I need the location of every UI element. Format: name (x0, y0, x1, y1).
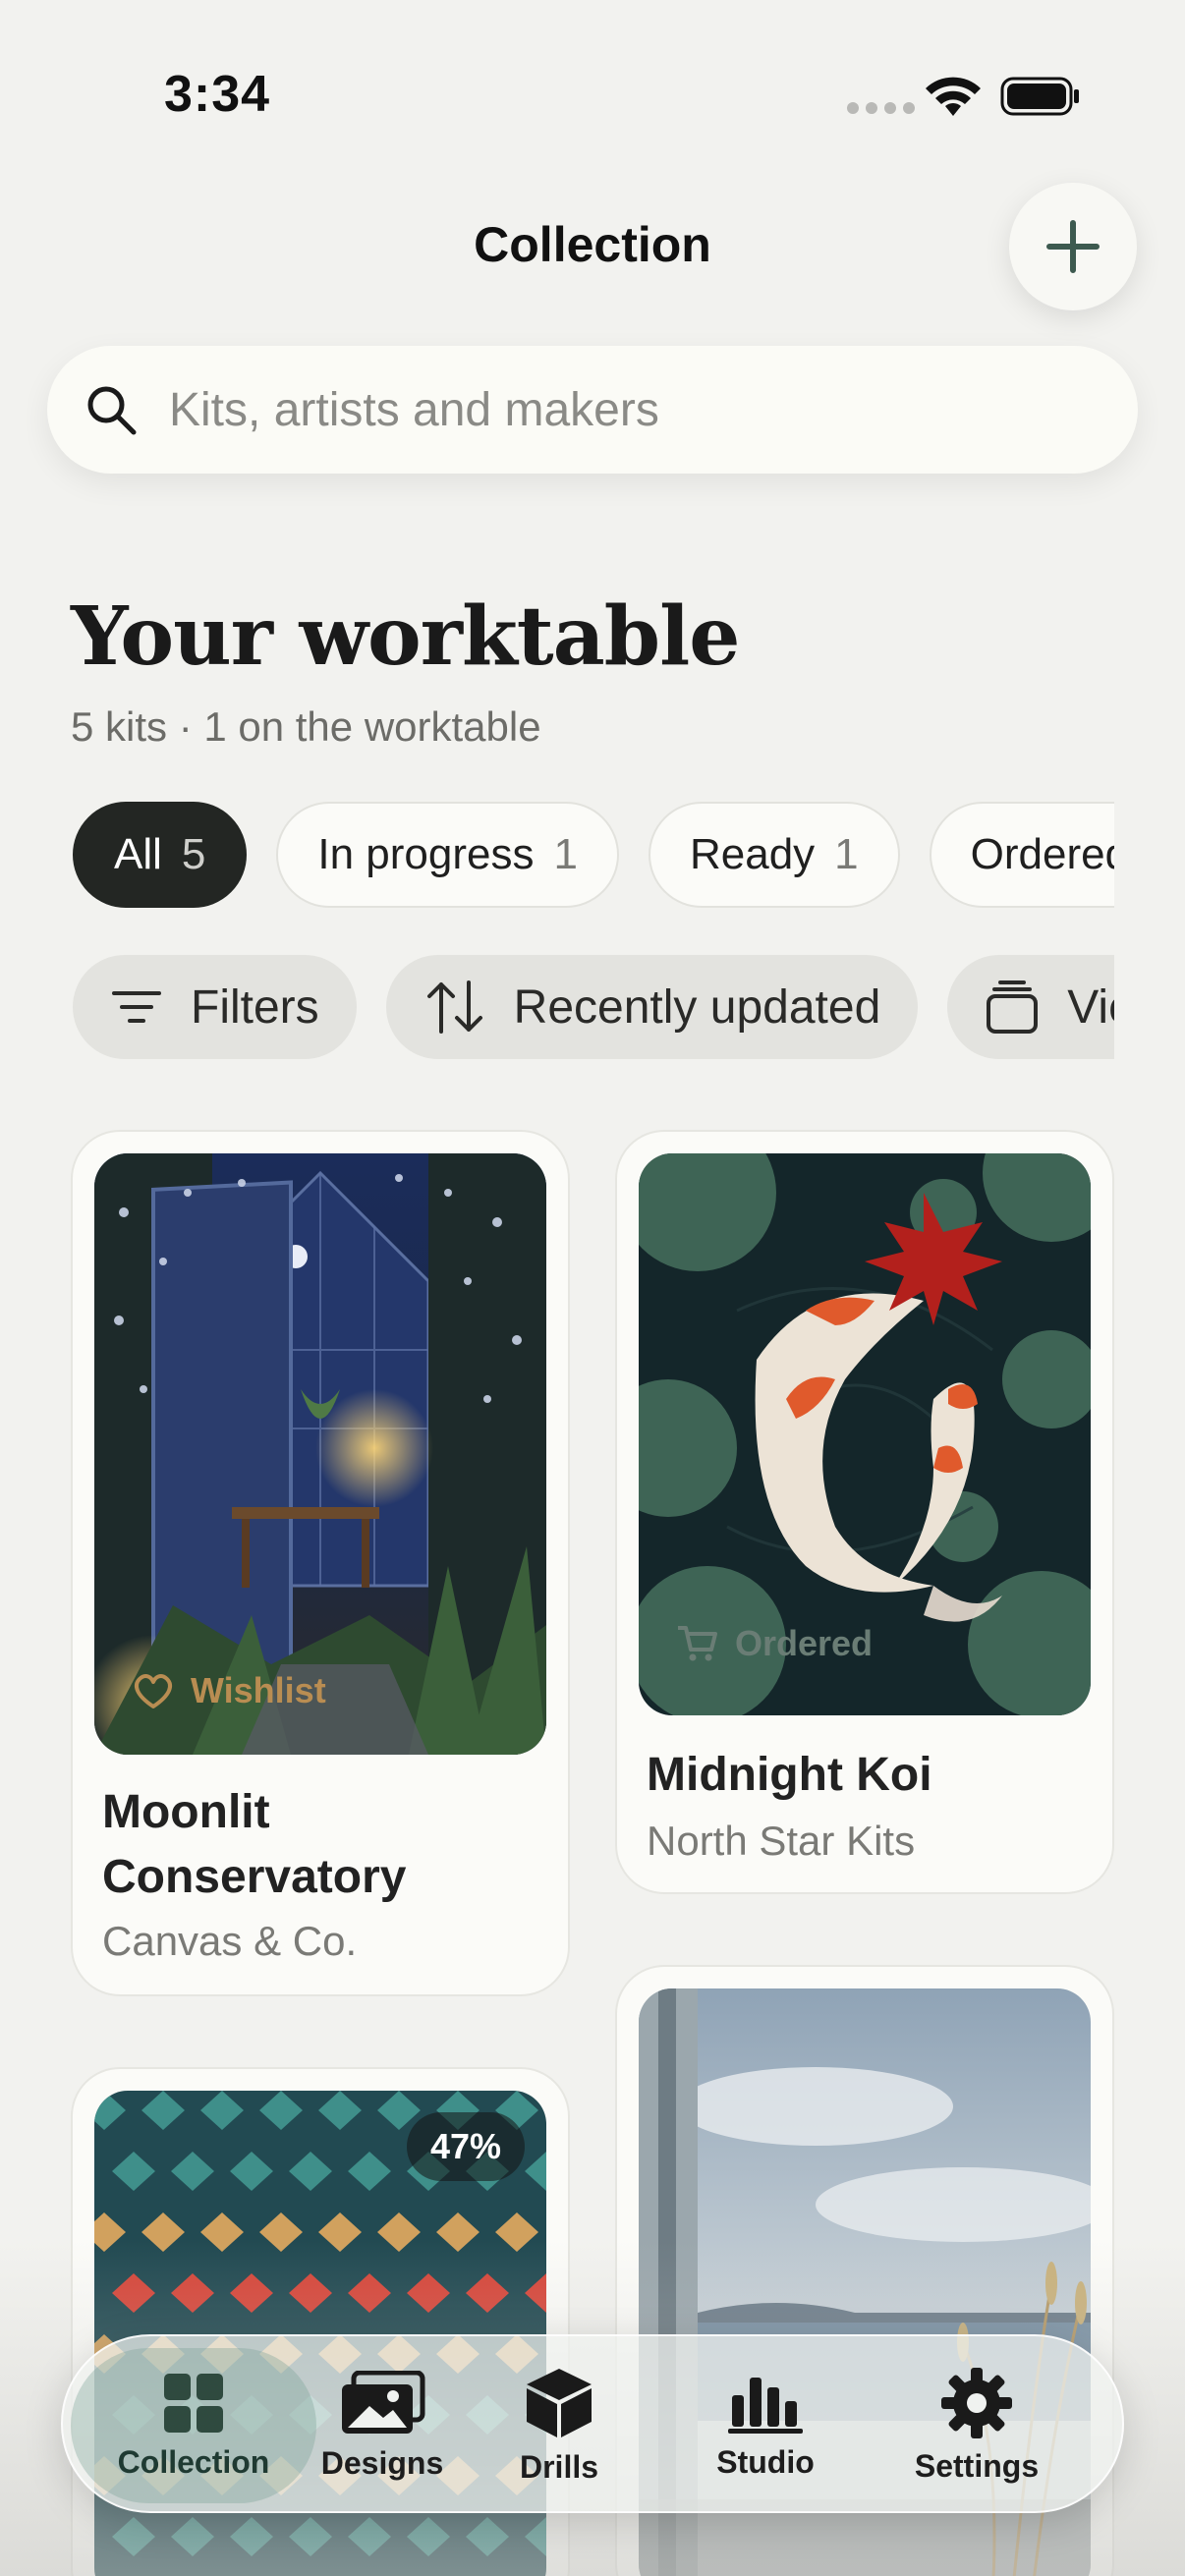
status-filter-chips: All 5 In progress 1 Ready 1 Ordered (73, 802, 1114, 908)
chip-count: 1 (553, 830, 578, 878)
gear-icon (941, 2367, 1012, 2438)
tag-label: Ordered (735, 1623, 874, 1663)
tab-studio[interactable]: Studio (692, 2348, 839, 2503)
view-button[interactable]: View (947, 955, 1114, 1059)
kit-maker: Canvas & Co. (102, 1918, 358, 1964)
tab-bar: Collection Designs Drills Studio Setting… (61, 2334, 1124, 2513)
ordered-tag: Ordered (676, 1623, 873, 1664)
tab-designs[interactable]: Designs (299, 2348, 466, 2503)
battery-icon (1000, 77, 1079, 116)
chip-ready[interactable]: Ready 1 (648, 802, 900, 908)
wishlist-tag: Wishlist (132, 1670, 326, 1711)
tab-label: Designs (320, 2444, 444, 2481)
add-kit-button[interactable] (1009, 183, 1137, 310)
kit-title-line: Moonlit (102, 1786, 270, 1838)
section-title: Your worktable (71, 589, 740, 684)
progress-badge: 47% (406, 2112, 525, 2181)
tab-label: Collection (117, 2443, 270, 2480)
stack-icon (987, 980, 1039, 1034)
chip-label: Ordered (970, 830, 1114, 878)
tab-settings[interactable]: Settings (888, 2348, 1065, 2503)
kit-title: Midnight Koi (647, 1749, 932, 1801)
chip-count: 1 (834, 830, 859, 878)
status-bar: 3:34 (0, 0, 1185, 187)
grid-icon (164, 2373, 223, 2433)
section-subtitle: 5 kits · 1 on the worktable (71, 703, 541, 750)
sort-label: Recently updated (513, 980, 881, 1034)
tab-collection[interactable]: Collection (71, 2348, 316, 2503)
tab-label: Settings (914, 2447, 1040, 2484)
chip-in-progress[interactable]: In progress 1 (276, 802, 619, 908)
search-bar[interactable] (47, 346, 1138, 474)
tag-label: Wishlist (191, 1670, 326, 1710)
sort-arrows-icon (426, 980, 482, 1034)
view-label: View (1067, 980, 1114, 1034)
box-icon (527, 2368, 592, 2437)
search-icon (87, 386, 137, 435)
sort-filter-row: Filters Recently updated View (73, 955, 1114, 1059)
kit-maker: North Star Kits (647, 1818, 916, 1864)
plus-icon (1046, 220, 1100, 273)
chip-ordered[interactable]: Ordered (929, 802, 1114, 908)
kit-title: Moonlit Conservatory (102, 1780, 406, 1910)
kit-title-line: Conservatory (102, 1851, 407, 1903)
chip-label: All (114, 830, 162, 878)
photos-icon (342, 2370, 425, 2434)
kit-card[interactable]: Ordered Midnight Koi North Star Kits (615, 1130, 1114, 1894)
status-time: 3:34 (164, 66, 271, 123)
heart-icon (135, 1674, 172, 1708)
sort-button[interactable]: Recently updated (385, 955, 919, 1059)
tab-label: Drills (519, 2448, 599, 2485)
tab-label: Studio (716, 2443, 815, 2480)
kit-image (94, 1153, 546, 1755)
chip-count: 5 (181, 830, 206, 878)
filters-label: Filters (191, 980, 319, 1034)
kit-card[interactable]: Wishlist Moonlit Conservatory Canvas & C… (71, 1130, 570, 1996)
filter-lines-icon (112, 991, 161, 1023)
chart-icon (728, 2377, 803, 2434)
search-input[interactable] (169, 382, 1112, 437)
signal-icon (847, 102, 915, 114)
tab-drills[interactable]: Drills (495, 2348, 623, 2503)
chip-label: Ready (689, 830, 816, 878)
chip-all[interactable]: All 5 (73, 802, 248, 908)
cart-icon (678, 1626, 717, 1661)
page-title: Collection (474, 217, 711, 272)
filters-button[interactable]: Filters (73, 955, 357, 1059)
chip-label: In progress (317, 830, 535, 878)
wifi-icon (926, 77, 981, 116)
